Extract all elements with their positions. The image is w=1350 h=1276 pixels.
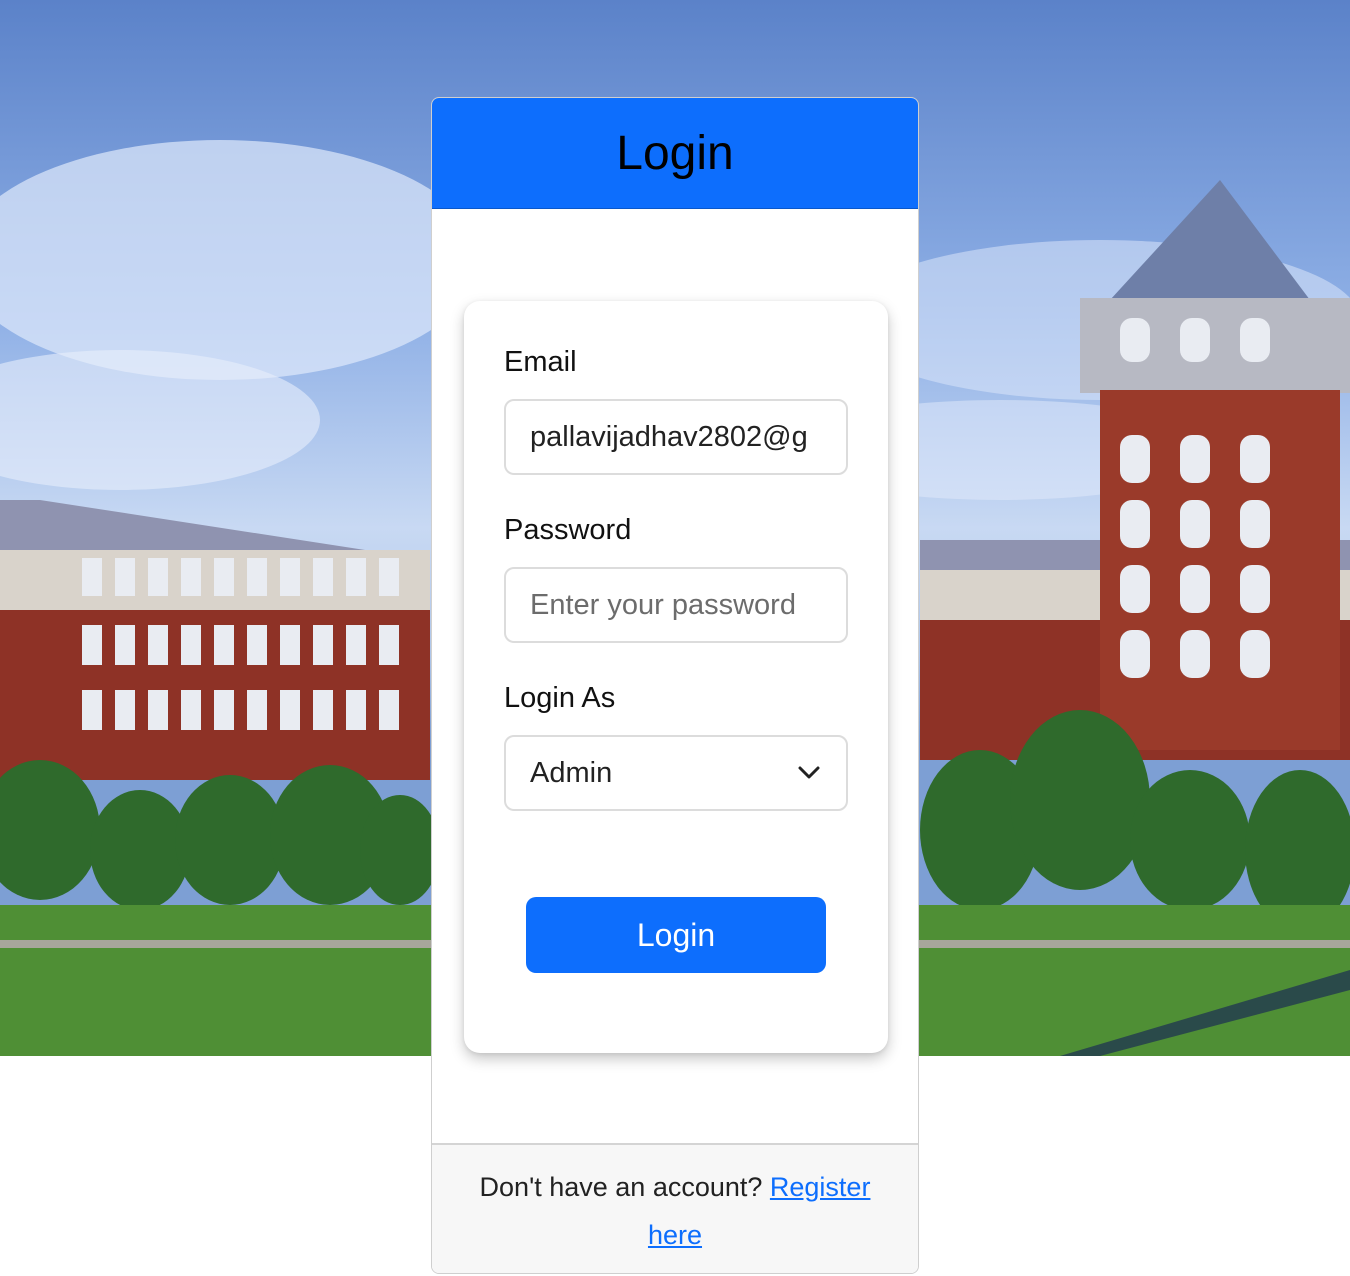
chevron-down-icon: [798, 766, 820, 779]
card-footer: Don't have an account? Register here: [432, 1143, 918, 1273]
card-header: Login: [432, 98, 918, 209]
email-field[interactable]: [504, 399, 848, 475]
login-as-selected-value: Admin: [530, 756, 613, 789]
login-form: Email Password Login As Admin Login: [464, 301, 888, 1053]
login-button[interactable]: Login: [526, 897, 826, 973]
login-as-label: Login As: [504, 682, 616, 714]
email-label: Email: [504, 346, 577, 378]
password-field[interactable]: [504, 567, 848, 643]
card-body: Email Password Login As Admin Login: [432, 209, 918, 1145]
login-card: Login Email Password Login As Admin Logi…: [431, 97, 919, 1274]
login-page: Login Email Password Login As Admin Logi…: [0, 0, 1350, 1276]
register-prompt: Don't have an account?: [479, 1172, 770, 1202]
password-label: Password: [504, 514, 632, 546]
page-title: Login: [616, 126, 734, 180]
login-as-select[interactable]: Admin: [504, 735, 848, 811]
